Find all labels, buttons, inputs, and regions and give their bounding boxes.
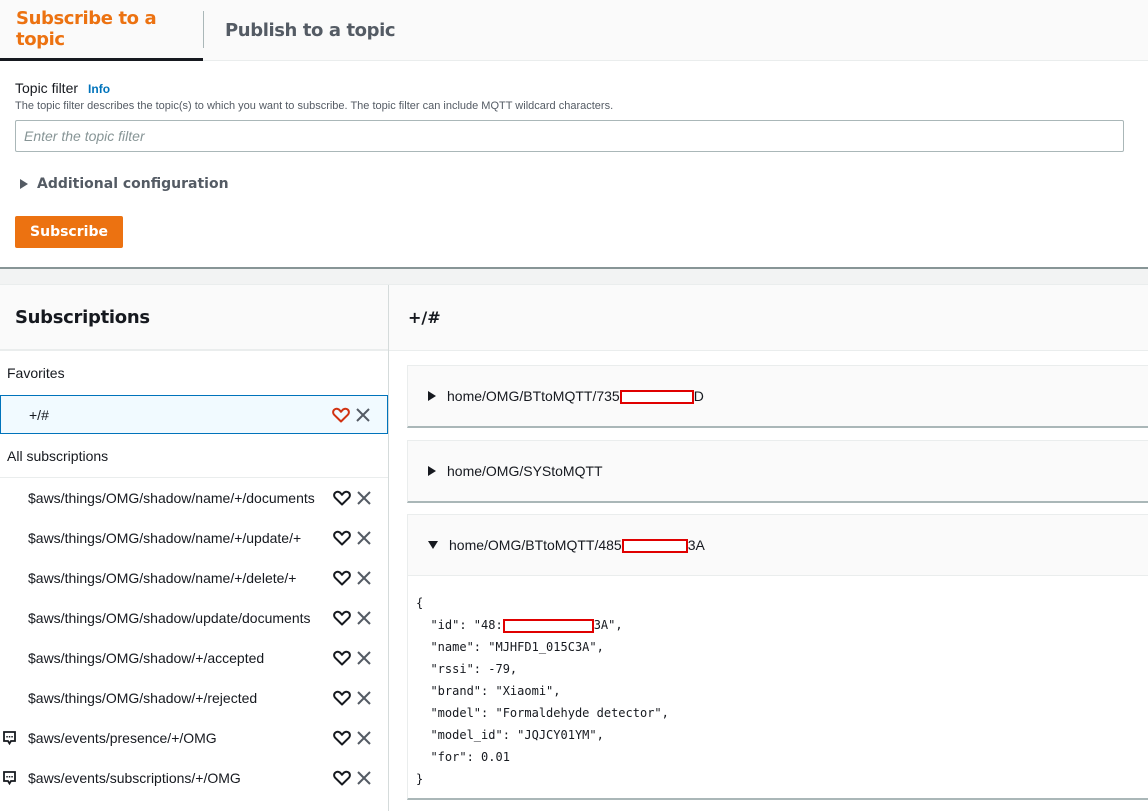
close-icon[interactable] [356,530,372,546]
heart-icon[interactable] [333,490,351,506]
topic-filter-label: Topic filter [15,80,79,96]
message-card: home/OMG/BTtoMQTT/735 D [407,365,1148,428]
heart-filled-icon[interactable] [332,407,350,423]
payload-line: "brand": "Xiaomi", [416,680,1148,702]
subscriptions-panel: Subscriptions Favorites +/# All subscrip… [0,285,389,811]
subscription-item[interactable]: +/# [0,395,388,434]
payload-text: "name": "MJHFD1_015C3A", [416,640,604,654]
heart-icon[interactable] [333,770,351,786]
message-topic-prefix: home/OMG/SYStoMQTT [447,463,603,479]
message-card: home/OMG/SYStoMQTT [407,440,1148,503]
message-topic-prefix: home/OMG/BTtoMQTT/485 [449,536,622,553]
message-card: home/OMG/BTtoMQTT/485 3A { "id": "48: 3A", … [407,514,1148,800]
payload-line: "model_id": "JQJCY01YM", [416,724,1148,746]
redaction-box [619,390,694,405]
close-icon[interactable] [355,407,371,423]
topic-filter-description: The topic filter describes the topic(s) … [15,100,614,112]
all-subscriptions-list: $aws/things/OMG/shadow/name/+/documents $… [0,478,388,798]
additional-configuration-label: Additional configuration [37,176,229,192]
message-icon [3,771,16,785]
subscribe-form: Topic filter Info The topic filter descr… [15,80,1125,152]
caret-right-icon [428,466,436,476]
subscription-actions [333,678,372,718]
message-header-toggle[interactable]: home/OMG/BTtoMQTT/735 D [408,366,1148,426]
message-payload: { "id": "48: 3A", "name": "MJHFD1_015C3A"… [408,575,1148,798]
message-header-toggle[interactable]: home/OMG/BTtoMQTT/485 3A [408,515,1148,575]
heart-icon[interactable] [333,610,351,626]
message-topic: home/OMG/BTtoMQTT/735 D [447,387,704,405]
redaction-box [502,618,594,633]
caret-right-icon [20,179,28,189]
subscription-actions [333,518,372,558]
payload-text: "model": "Formaldehyde detector", [416,706,669,720]
subscription-actions [332,396,371,433]
messages-topic-title: +/# [389,285,1148,351]
topic-filter-label-row: Topic filter Info [15,80,1125,96]
heart-icon[interactable] [333,570,351,586]
close-icon[interactable] [356,650,372,666]
subscription-actions [333,478,372,518]
subscription-actions [333,758,372,798]
all-subscriptions-label: All subscriptions [0,434,388,478]
payload-text: "id": "48: [416,618,503,632]
payload-line: "for": 0.01 [416,746,1148,768]
redaction-box [621,539,688,554]
subscription-item[interactable]: $aws/things/OMG/shadow/name/+/delete/+ [0,558,388,598]
topic-filter-input[interactable] [15,120,1124,152]
heart-icon[interactable] [333,730,351,746]
subscribe-button[interactable]: Subscribe [15,216,123,248]
caret-right-icon [428,391,436,401]
payload-line: "rssi": -79, [416,658,1148,680]
heart-icon[interactable] [333,650,351,666]
payload-text: "brand": "Xiaomi", [416,684,561,698]
payload-text: 3A", [593,618,623,632]
close-icon[interactable] [356,490,372,506]
message-icon [3,731,16,745]
subscription-item[interactable]: $aws/things/OMG/shadow/+/accepted [0,638,388,678]
favorites-list: +/# [0,395,388,434]
message-header-toggle[interactable]: home/OMG/SYStoMQTT [408,441,1148,501]
payload-line: "id": "48: 3A", [416,614,1148,636]
tab-bar: Subscribe to a topic Publish to a topic [0,0,1148,61]
heart-icon[interactable] [333,530,351,546]
section-gap [0,269,1148,285]
payload-line: { [416,596,424,610]
close-icon[interactable] [356,570,372,586]
message-topic-suffix: 3A [687,536,705,553]
payload-text: "rssi": -79, [416,662,518,676]
tab-subscribe[interactable]: Subscribe to a topic [0,0,203,61]
messages-panel: +/# home/OMG/BTtoMQTT/735 Dhome/OMG/SYSto… [389,285,1148,811]
info-link[interactable]: Info [88,82,110,96]
subscription-item[interactable]: $aws/things/OMG/shadow/name/+/update/+ [0,518,388,558]
payload-line: "model": "Formaldehyde detector", [416,702,1148,724]
close-icon[interactable] [356,610,372,626]
message-topic: home/OMG/BTtoMQTT/485 3A [449,536,705,554]
tab-publish[interactable]: Publish to a topic [203,0,396,61]
subscription-item[interactable]: $aws/events/subscriptions/+/OMG [0,758,388,798]
subscription-actions [333,558,372,598]
subscription-actions [333,638,372,678]
favorites-label: Favorites [7,365,65,381]
subscription-item[interactable]: $aws/things/OMG/shadow/+/rejected [0,678,388,718]
close-icon[interactable] [356,730,372,746]
close-icon[interactable] [356,770,372,786]
subscription-actions [333,718,372,758]
additional-configuration-toggle[interactable]: Additional configuration [20,176,229,192]
payload-line: "name": "MJHFD1_015C3A", [416,636,1148,658]
close-icon[interactable] [356,690,372,706]
payload-text: "model_id": "JQJCY01YM", [416,728,604,742]
payload-line: } [416,772,424,786]
message-topic: home/OMG/SYStoMQTT [447,463,603,479]
subscription-actions [333,598,372,638]
heart-icon[interactable] [333,690,351,706]
payload-text: "for": 0.01 [416,750,510,764]
subscription-item[interactable]: $aws/things/OMG/shadow/name/+/documents [0,478,388,518]
caret-down-icon [428,541,438,549]
subscriptions-title: Subscriptions [0,285,388,351]
message-topic-suffix: D [693,387,704,404]
subscription-item[interactable]: $aws/things/OMG/shadow/update/documents [0,598,388,638]
message-topic-prefix: home/OMG/BTtoMQTT/735 [447,387,620,404]
subscription-item[interactable]: $aws/events/presence/+/OMG [0,718,388,758]
